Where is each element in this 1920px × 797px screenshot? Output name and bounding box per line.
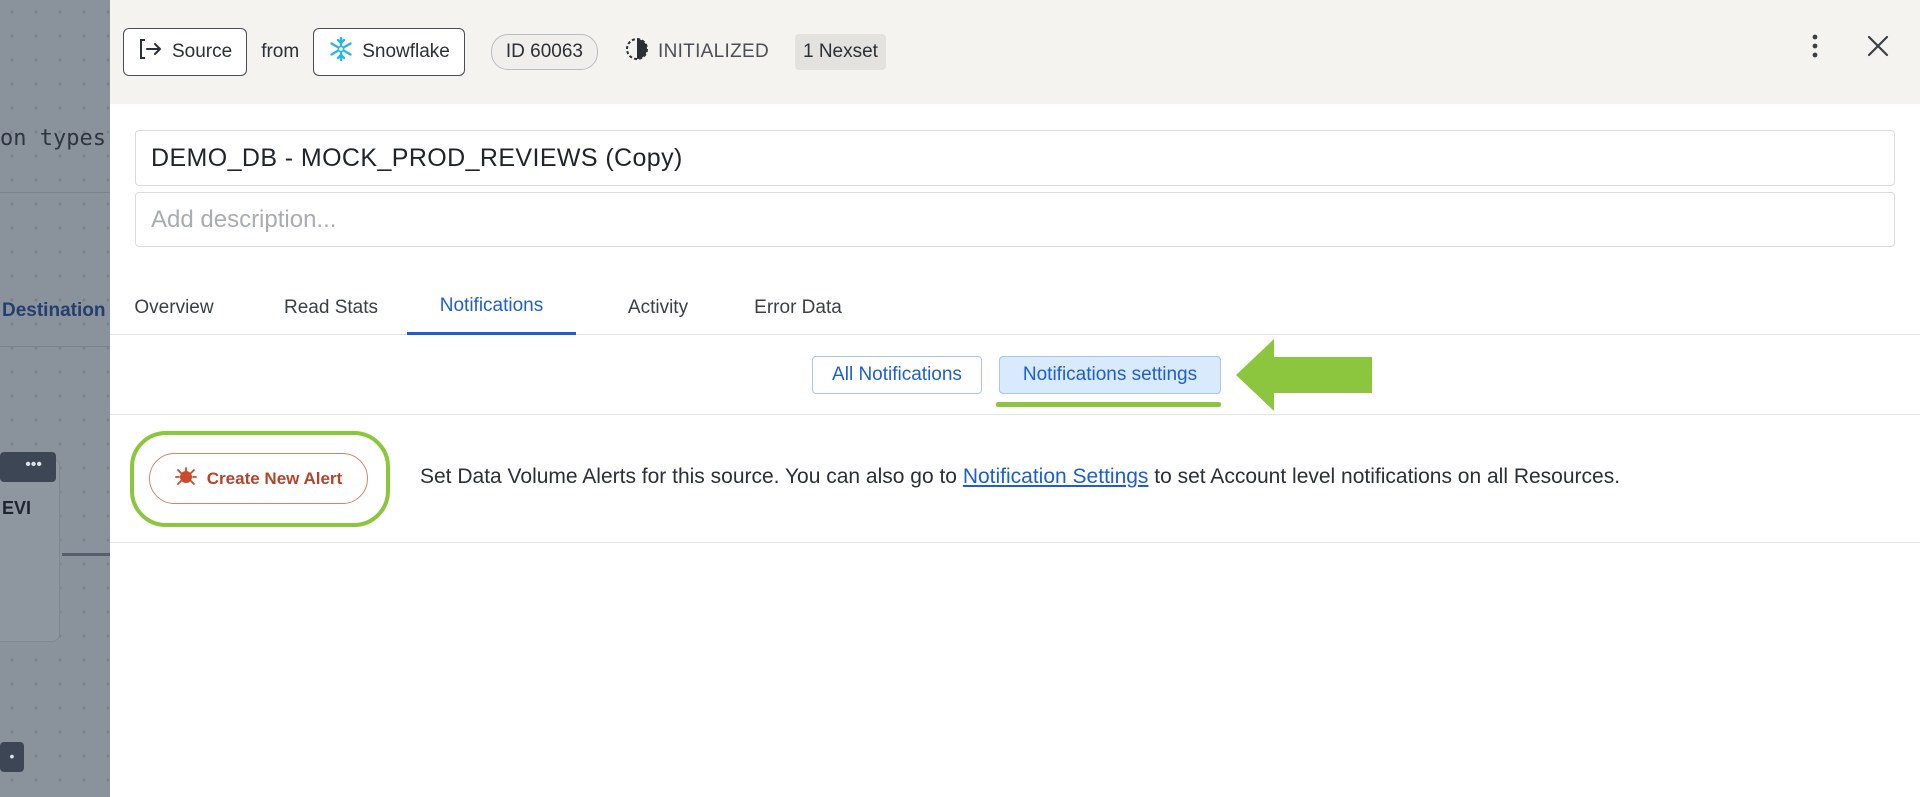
close-icon[interactable]: [1866, 34, 1890, 63]
tab-error-data[interactable]: Error Data: [737, 280, 859, 335]
background-canvas: on types Destination ••• EVI •: [0, 0, 111, 797]
vertical-dots-icon[interactable]: [1810, 32, 1820, 65]
nexset-count-badge[interactable]: 1 Nexset: [794, 34, 886, 70]
header-actions: [1810, 32, 1890, 65]
background-destination-label: Destination: [2, 300, 106, 321]
background-divider: [0, 346, 110, 347]
status-label: INITIALIZED: [658, 41, 769, 62]
tab-overview[interactable]: Overview: [124, 280, 224, 335]
background-node-chip: •: [0, 742, 24, 772]
panel-header: Source from Snowflake ID 60063 INITIALIZ…: [110, 0, 1920, 104]
alert-bug-icon: [174, 465, 197, 492]
tab-read-stats[interactable]: Read Stats: [274, 280, 388, 335]
snowflake-icon: [328, 36, 354, 68]
source-detail-panel: Source from Snowflake ID 60063 INITIALIZ…: [110, 0, 1920, 797]
background-types-text: on types: [0, 126, 106, 151]
id-badge: ID 60063: [490, 34, 598, 70]
notifications-settings-button[interactable]: Notifications settings: [999, 356, 1221, 394]
tab-activity[interactable]: Activity: [610, 280, 706, 335]
notification-settings-link[interactable]: Notification Settings: [963, 465, 1149, 488]
alert-text-before: Set Data Volume Alerts for this source. …: [420, 465, 963, 488]
alert-row: Create New Alert Set Data Volume Alerts …: [110, 415, 1920, 543]
highlight-underline: [996, 402, 1221, 407]
source-name-field[interactable]: DEMO_DB - MOCK_PROD_REVIEWS (Copy): [135, 130, 1895, 186]
half-circle-status-icon: [624, 36, 650, 68]
notification-subtabs: All Notifications Notifications settings: [110, 335, 1920, 415]
source-enter-icon: [138, 37, 164, 67]
all-notifications-button[interactable]: All Notifications: [812, 356, 982, 394]
alert-text-after: to set Account level notifications on al…: [1148, 465, 1621, 488]
background-connector-line: [62, 553, 110, 556]
create-new-alert-label: Create New Alert: [206, 468, 343, 488]
status-indicator: INITIALIZED: [624, 36, 769, 68]
background-node-label: EVI: [2, 498, 32, 518]
background-divider: [0, 192, 110, 193]
create-new-alert-button[interactable]: Create New Alert: [149, 453, 368, 504]
background-node-card: [0, 458, 60, 642]
background-node-menu: •••: [0, 452, 56, 482]
highlight-arrow-icon: [1236, 339, 1376, 416]
source-type-button[interactable]: Source: [123, 28, 248, 76]
from-label: from: [261, 41, 300, 62]
source-type-label: Source: [172, 41, 233, 62]
detail-tabs: Overview Read Stats Notifications Activi…: [110, 280, 1920, 335]
tab-notifications[interactable]: Notifications: [407, 280, 576, 335]
connector-label: Snowflake: [362, 41, 450, 62]
alert-help-text: Set Data Volume Alerts for this source. …: [420, 465, 1620, 489]
connector-button[interactable]: Snowflake: [313, 28, 465, 76]
description-field[interactable]: Add description...: [135, 192, 1895, 247]
